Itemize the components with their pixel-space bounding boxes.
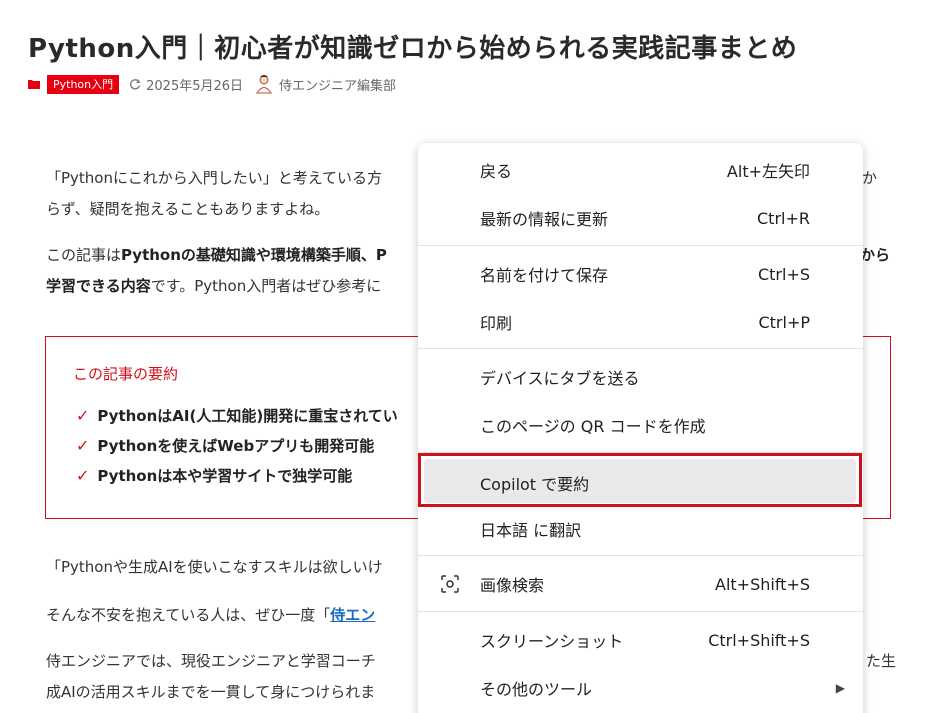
highlight-frame [418,453,862,507]
intro-paragraph-2-line-1-end: から [860,246,891,264]
refresh-icon [130,79,141,90]
menu-item-image-search[interactable]: 画像検索 Alt+Shift+S [418,561,863,607]
menu-separator [418,348,863,349]
summary-item: ✓ Pythonは本や学習サイトで独学可能 [76,466,353,485]
menu-separator [418,555,863,556]
menu-separator [418,245,863,246]
context-menu: 戻る Alt+左矢印 最新の情報に更新 Ctrl+R 名前を付けて保存 Ctrl… [418,143,863,713]
menu-item-label: その他のツール [480,680,593,699]
summary-title: この記事の要約 [73,365,179,383]
paragraph-5-line-2: 成AIの活用スキルまでを一貫して身につけられま [46,683,376,701]
menu-item-shortcut: Ctrl+R [757,208,810,228]
submenu-arrow-icon: ▶ [835,681,845,695]
menu-item-qr-code[interactable]: このページの QR コードを作成 [418,402,863,448]
article-meta: Python入門 2025年5月26日 侍エンジニア編集部 [28,73,396,95]
menu-item-shortcut: Ctrl+P [758,312,810,332]
menu-item-label: 名前を付けて保存 [480,266,609,285]
menu-item-label: 最新の情報に更新 [480,210,609,229]
menu-item-shortcut: Alt+左矢印 [726,162,810,181]
menu-item-label: 日本語 に翻訳 [480,521,582,540]
menu-item-print[interactable]: 印刷 Ctrl+P [418,299,863,345]
menu-item-screenshot[interactable]: スクリーンショット Ctrl+Shift+S [418,617,863,663]
menu-item-send-tab[interactable]: デバイスにタブを送る [418,354,863,400]
menu-item-label: デバイスにタブを送る [480,369,640,388]
menu-item-label: 印刷 [480,314,513,333]
page-title: Python入門｜初心者が知識ゼロから始められる実践記事まとめ [28,34,798,64]
menu-item-label: このページの QR コードを作成 [480,417,706,436]
paragraph-5-line-1-end: た生 [866,652,897,670]
menu-item-shortcut: Alt+Shift+S [715,574,810,594]
intro-paragraph-1-line-1-end: か [862,169,878,187]
menu-item-more-tools[interactable]: その他のツール ▶ [418,665,863,711]
category-badge[interactable]: Python入門 [47,74,120,94]
school-link[interactable]: 侍エン [330,606,375,624]
author-name[interactable]: 侍エンジニア編集部 [279,75,396,94]
summary-item: ✓ Pythonを使えばWebアプリも開発可能 [76,436,375,455]
menu-item-shortcut: Ctrl+Shift+S [708,630,810,650]
menu-item-label: 画像検索 [480,576,545,595]
image-search-icon [441,575,459,593]
menu-item-translate[interactable]: 日本語 に翻訳 [418,506,863,552]
intro-paragraph-1-line-2: らず、疑問を抱えることもありますよね。 [46,200,330,218]
check-icon: ✓ [76,406,90,425]
intro-paragraph-2-line-2: 学習できる内容です。Python入門者はぜひ参考に [46,277,382,295]
menu-item-back[interactable]: 戻る Alt+左矢印 [418,147,863,193]
menu-item-label: スクリーンショット [480,632,624,651]
menu-separator [418,611,863,612]
menu-item-label: 戻る [480,162,513,181]
paragraph-3: 「Pythonや生成AIを使いこなすスキルは欲しいけ [46,558,383,576]
check-icon: ✓ [76,466,90,485]
summary-item: ✓ PythonはAI(人工知能)開発に重宝されてい [76,406,398,425]
check-icon: ✓ [76,436,90,455]
menu-item-shortcut: Ctrl+S [757,264,810,284]
author-avatar-icon [256,75,272,94]
updated-date: 2025年5月26日 [146,78,244,94]
folder-icon [28,80,40,89]
menu-item-save-as[interactable]: 名前を付けて保存 Ctrl+S [418,251,863,297]
menu-item-refresh[interactable]: 最新の情報に更新 Ctrl+R [418,195,863,241]
paragraph-4: そんな不安を抱えている人は、ぜひ一度「侍エン [46,606,376,624]
